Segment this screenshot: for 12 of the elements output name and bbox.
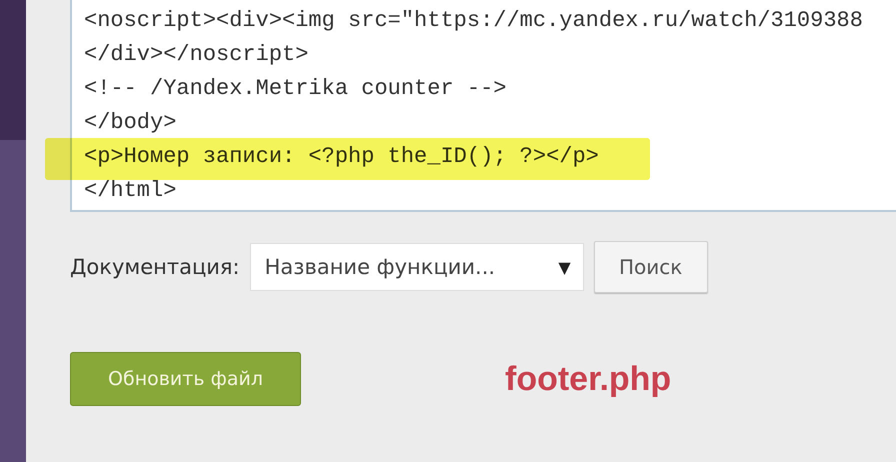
- code-line: <noscript><div><img src="https://mc.yandex.ru/watch/3109388: [84, 7, 864, 35]
- function-select[interactable]: Название функции... ▼: [250, 243, 584, 291]
- file-name-annotation: footer.php: [505, 360, 672, 398]
- code-line: </div></noscript>: [84, 41, 310, 69]
- dropdown-arrow-icon: ▼: [558, 258, 571, 276]
- code-line: <!-- /Yandex.Metrika counter -->: [84, 75, 508, 103]
- select-value: Название функции...: [264, 255, 496, 279]
- documentation-label: Документация:: [70, 255, 240, 279]
- code-line: <p>Номер записи: <?php the_ID(); ?></p>: [84, 143, 600, 171]
- code-line: </body>: [84, 109, 178, 137]
- search-button[interactable]: Поиск: [594, 241, 708, 293]
- code-line: </html>: [84, 177, 178, 205]
